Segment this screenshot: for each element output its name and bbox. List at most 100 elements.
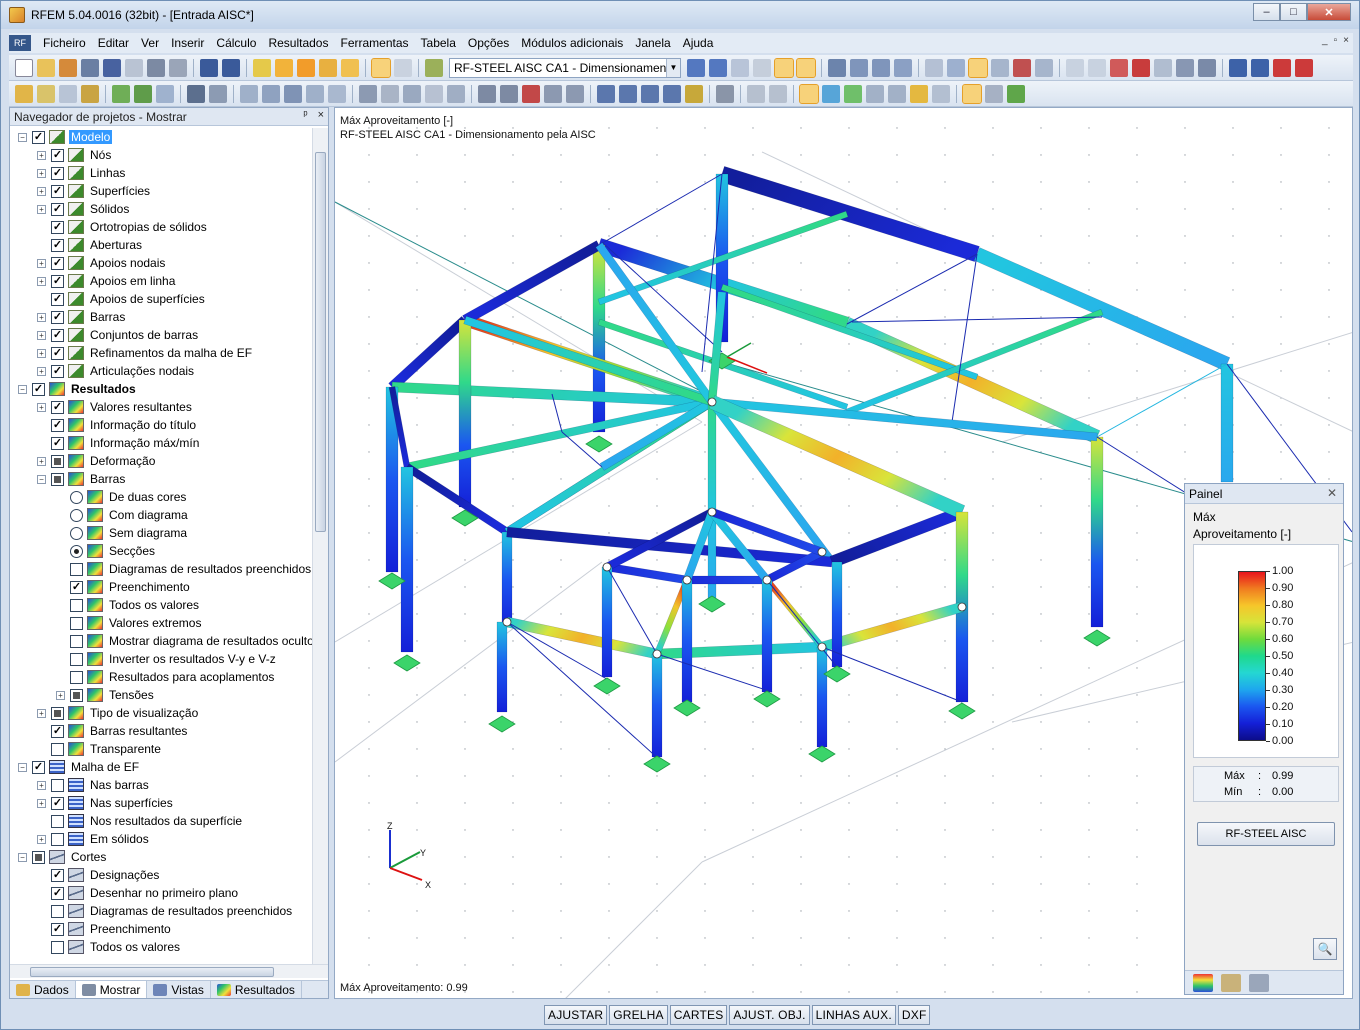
checkbox[interactable] [51, 706, 64, 720]
view-3d-icon[interactable] [894, 58, 912, 77]
view-window-icon[interactable] [850, 58, 868, 77]
radio-button[interactable] [70, 544, 83, 558]
print-icon[interactable] [125, 58, 143, 77]
cube-view-icon[interactable] [544, 84, 562, 103]
checkbox[interactable]: ✓ [51, 886, 64, 900]
tree-item[interactable]: + Nas barras [37, 776, 151, 794]
tree-item[interactable]: ✓ Informação do título [37, 416, 198, 434]
new-file-icon[interactable] [15, 58, 33, 77]
expand-icon[interactable]: + [56, 690, 65, 700]
results-on-icon[interactable] [774, 57, 794, 78]
checkbox[interactable]: ✓ [51, 292, 64, 306]
checkbox[interactable]: ✓ [51, 310, 64, 324]
member-icon[interactable] [81, 84, 99, 103]
redo-icon[interactable] [222, 58, 240, 77]
expand-icon[interactable]: + [37, 330, 46, 340]
tree-item[interactable]: + Tensões [56, 686, 156, 704]
tree-item[interactable]: + Deformação [37, 452, 157, 470]
checkbox[interactable]: ✓ [51, 868, 64, 882]
delete-icon[interactable] [1132, 58, 1150, 77]
tree-item[interactable]: − ✓ Resultados [18, 380, 138, 398]
open-file-icon[interactable] [37, 58, 55, 77]
checkbox[interactable]: ✓ [51, 274, 64, 288]
tree-item[interactable]: + Tipo de visualização [37, 704, 200, 722]
navigator-horizontal-scrollbar[interactable] [10, 964, 328, 978]
tree-item[interactable]: Diagramas de resultados preenchidos [56, 560, 312, 578]
tree-item[interactable]: + ✓ Nas superfícies [37, 794, 175, 812]
select-icon[interactable] [947, 58, 965, 77]
tree-item[interactable]: Nos resultados da superfície [37, 812, 244, 830]
menu-tabela[interactable]: Tabela [415, 36, 462, 50]
settings-icon[interactable] [1198, 58, 1216, 77]
checkbox[interactable]: ✓ [70, 580, 83, 594]
move-icon[interactable] [968, 57, 988, 78]
tree-item[interactable]: Resultados para acoplamentos [56, 668, 276, 686]
expand-icon[interactable]: + [37, 204, 46, 214]
menu-modulos-adicionais[interactable]: Módulos adicionais [515, 36, 629, 50]
tree-item[interactable]: Com diagrama [56, 506, 190, 524]
tree-item[interactable]: ✓ Preenchimento [56, 578, 192, 596]
load-node-icon[interactable] [359, 84, 377, 103]
next-case-icon[interactable] [709, 58, 727, 77]
print-graphic-icon[interactable] [169, 58, 187, 77]
expand-icon[interactable]: + [37, 456, 46, 466]
navigator-vertical-scrollbar[interactable] [312, 128, 328, 964]
navigator-toggle-icon[interactable] [962, 83, 982, 104]
tree-item[interactable]: Transparente [37, 740, 163, 758]
tree-item[interactable]: ✓ Desenhar no primeiro plano [37, 884, 240, 902]
checkbox[interactable] [51, 904, 64, 918]
load-case-select[interactable]: RF-STEEL AISC CA1 - Dimensionamento ▼ [449, 57, 681, 78]
expand-icon[interactable]: + [37, 186, 46, 196]
table-view-icon[interactable] [932, 84, 950, 103]
render-icon[interactable] [685, 84, 703, 103]
tree-item[interactable]: − Barras [37, 470, 127, 488]
tree-item[interactable]: − ✓ Malha de EF [18, 758, 141, 776]
axis-neg-x-icon[interactable] [663, 84, 681, 103]
tree-item[interactable]: + ✓ Apoios nodais [37, 254, 167, 272]
checkbox[interactable]: ✓ [51, 364, 64, 378]
tree-item[interactable]: + ✓ Articulações nodais [37, 362, 196, 380]
menu-ver[interactable]: Ver [135, 36, 165, 50]
checkbox[interactable]: ✓ [51, 796, 64, 810]
radio-button[interactable] [70, 526, 83, 540]
view-xz-icon[interactable] [284, 84, 302, 103]
tree-item[interactable]: + ✓ Linhas [37, 164, 127, 182]
zoom-out-icon[interactable] [522, 84, 540, 103]
table-icon[interactable] [371, 57, 391, 78]
tree-item[interactable]: ✓ Aberturas [37, 236, 144, 254]
export-icon[interactable] [1229, 58, 1247, 77]
load-case-type-icon[interactable] [425, 58, 443, 77]
guidelines-button[interactable]: LINHAS AUX. [811, 1005, 896, 1025]
wireframe-icon[interactable] [799, 83, 819, 104]
chevron-down-icon[interactable]: ▼ [666, 58, 680, 77]
checkbox[interactable]: ✓ [51, 202, 64, 216]
menu-inserir[interactable]: Inserir [165, 36, 210, 50]
radio-button[interactable] [70, 508, 83, 522]
menu-ferramentas[interactable]: Ferramentas [334, 36, 414, 50]
tree-item[interactable]: Diagramas de resultados preenchidos [37, 902, 294, 920]
tree-item[interactable]: De duas cores [56, 488, 188, 506]
expand-icon[interactable]: + [37, 348, 46, 358]
checkbox[interactable]: ✓ [51, 724, 64, 738]
navigator-close-icon[interactable]: × [318, 109, 324, 121]
edit-pencil-icon[interactable] [253, 58, 271, 77]
checkbox[interactable]: ✓ [51, 922, 64, 936]
mdi-close-button[interactable]: × [1343, 35, 1349, 46]
checkbox[interactable] [70, 688, 83, 702]
view-yz-icon[interactable] [306, 84, 324, 103]
display-properties-icon[interactable] [985, 84, 1003, 103]
factors-tab-icon[interactable] [1221, 973, 1241, 992]
visibility-icon[interactable] [716, 84, 734, 103]
transparent-render-icon[interactable] [844, 84, 862, 103]
expand-icon[interactable]: + [37, 834, 46, 844]
checkbox[interactable]: ✓ [51, 184, 64, 198]
tree-item[interactable]: + ✓ Superfícies [37, 182, 152, 200]
tree-item[interactable]: + ✓ Apoios em linha [37, 272, 177, 290]
tree-item[interactable]: + ✓ Barras [37, 308, 127, 326]
dimension-box-icon[interactable] [209, 84, 227, 103]
tree-item[interactable]: ✓ Ortotropias de sólidos [37, 218, 209, 236]
tab-vistas[interactable]: Vistas [147, 981, 211, 998]
node-icon[interactable] [15, 84, 33, 103]
expand-icon[interactable]: + [37, 708, 46, 718]
dxf-button[interactable]: DXF [897, 1005, 931, 1025]
